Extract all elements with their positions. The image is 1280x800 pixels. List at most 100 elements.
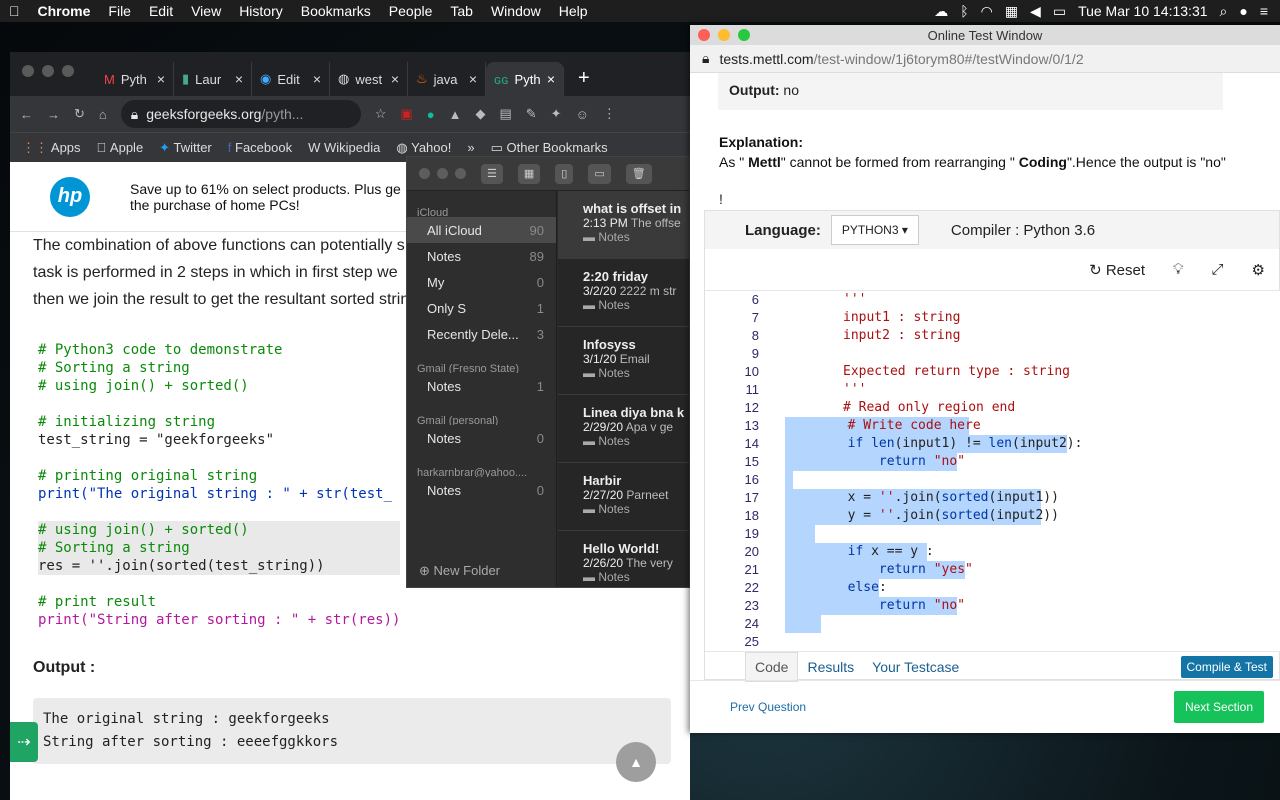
new-tab-button[interactable]: + xyxy=(564,67,590,96)
browser-tab-4[interactable]: ◍ west × xyxy=(330,62,408,96)
bookmark-apple[interactable]:  Apple xyxy=(97,140,144,155)
menu-file[interactable]: File xyxy=(99,3,140,19)
flag-icon[interactable]: ▦ xyxy=(1005,3,1018,20)
home-icon[interactable]: ⌂ xyxy=(99,107,107,122)
close-tab-icon[interactable]: × xyxy=(469,71,477,87)
notification-center-icon[interactable]: ≡ xyxy=(1260,3,1268,19)
reset-button[interactable]: ↻ Reset xyxy=(1089,261,1145,279)
folder-all-icloud[interactable]: All iCloud 90 xyxy=(407,217,556,243)
chrome-menu-icon[interactable]: ⋮ xyxy=(603,106,616,122)
bookmark-facebook[interactable]: f Facebook xyxy=(228,140,292,155)
bookmark-apps[interactable]: ⋮⋮ Apps xyxy=(22,140,81,156)
bookmark-other[interactable]: ▭ Other Bookmarks xyxy=(491,140,608,156)
menubar-clock[interactable]: Tue Mar 10 14:13:31 xyxy=(1078,3,1207,19)
reload-icon[interactable]: ↻ xyxy=(74,106,85,122)
zoom-window-button[interactable] xyxy=(62,65,74,77)
extension-icon[interactable]: ✎ xyxy=(526,106,537,122)
settings-gear-icon[interactable]: ⚙ xyxy=(1252,261,1265,279)
bookmark-yahoo[interactable]: ◍ Yahoo! xyxy=(396,140,451,156)
menu-people[interactable]: People xyxy=(380,3,442,19)
folder-notes[interactable]: Notes 0 xyxy=(407,425,556,451)
browser-tab-active[interactable]: ɢɢ Pyth × xyxy=(486,62,564,96)
note-item[interactable]: what is offset in 2:13 PM The offse ▬ Note… xyxy=(558,191,689,259)
note-item[interactable]: 2:20 friday 3/2/20 2222 m str ▬ Notes xyxy=(558,259,689,327)
address-bar[interactable]: 🔒︎ geeksforgeeks.org/pyth... xyxy=(120,100,361,128)
compile-and-test-button[interactable]: Compile & Test xyxy=(1180,655,1273,678)
sidebar-toggle-icon[interactable]: ▯ xyxy=(555,163,574,184)
browser-tab-2[interactable]: ▮ Laur × xyxy=(174,62,252,96)
trash-icon[interactable]: 🗑︎ xyxy=(625,163,652,184)
menu-help[interactable]: Help xyxy=(550,3,597,19)
forward-icon[interactable]: → xyxy=(47,107,60,122)
extension-icon[interactable]: ✦ xyxy=(551,106,562,122)
test-url-bar[interactable]: 🔒︎ tests.mettl.com/test-window/1j6torym8… xyxy=(690,45,1280,73)
close-tab-icon[interactable]: × xyxy=(157,71,165,87)
scroll-to-top-button[interactable]: ▲ xyxy=(616,742,656,782)
code-input-area[interactable]: ''' input1 : string input2 : string Expe… xyxy=(785,291,1280,651)
folder-my[interactable]: My 0 xyxy=(407,269,556,295)
cloud-upload-icon[interactable]: ☁ xyxy=(934,3,948,20)
bookmark-wikipedia[interactable]: W Wikipedia xyxy=(308,140,380,155)
note-item[interactable]: Infosyss 3/1/20 Email ▬ Notes xyxy=(558,327,689,395)
minimize-window-button[interactable] xyxy=(42,65,54,77)
back-icon[interactable]: ← xyxy=(20,107,33,122)
wifi-icon[interactable]: ◠ xyxy=(981,3,993,20)
next-section-button[interactable]: Next Section xyxy=(1173,691,1264,723)
folder-only-s[interactable]: Only S 1 xyxy=(407,295,556,321)
menu-window[interactable]: Window xyxy=(482,3,550,19)
minimize-window-button[interactable] xyxy=(437,168,448,179)
apple-menu-icon[interactable]:  xyxy=(0,3,29,19)
bookmark-star-icon[interactable]: ☆ xyxy=(375,106,387,122)
drive-extension-icon[interactable]: ▲ xyxy=(449,107,462,122)
close-window-button[interactable] xyxy=(419,168,430,179)
folder-recently-deleted[interactable]: Recently Dele... 3 xyxy=(407,321,556,347)
note-item[interactable]: Hello World! 2/26/20 The very ▬ Notes xyxy=(558,531,689,587)
siri-icon[interactable]: ● xyxy=(1239,3,1247,19)
folder-notes[interactable]: Notes 89 xyxy=(407,243,556,269)
menu-bookmarks[interactable]: Bookmarks xyxy=(292,3,380,19)
browser-tab-3[interactable]: ◉ Edit × xyxy=(252,62,330,96)
browser-tab-gmail[interactable]: M Pyth × xyxy=(96,62,174,96)
volume-icon[interactable]: ◀ xyxy=(1030,3,1041,20)
fullscreen-icon[interactable]: ⤢ xyxy=(1212,261,1224,278)
list-view-icon[interactable]: ☰ xyxy=(481,163,503,184)
zoom-window-button[interactable] xyxy=(738,29,750,41)
minimize-window-button[interactable] xyxy=(718,29,730,41)
attachments-icon[interactable]: ▭ xyxy=(588,163,611,184)
close-tab-icon[interactable]: × xyxy=(547,71,555,87)
menu-view[interactable]: View xyxy=(182,3,230,19)
menu-app-name[interactable]: Chrome xyxy=(29,3,100,19)
side-panel-toggle[interactable]: ⇢ xyxy=(10,722,38,762)
bookmark-twitter[interactable]: ✦ Twitter xyxy=(159,140,212,156)
extension-icon[interactable]: ▤ xyxy=(499,106,511,122)
adblock-extension-icon[interactable]: ▣ xyxy=(400,106,412,122)
close-tab-icon[interactable]: × xyxy=(235,71,243,87)
close-tab-icon[interactable]: × xyxy=(391,71,399,87)
gallery-view-icon[interactable]: ▦ xyxy=(517,163,541,184)
menu-edit[interactable]: Edit xyxy=(140,3,182,19)
note-item[interactable]: Linea diya bna k 2/29/20 Apa v ge ▬ Notes xyxy=(558,395,689,463)
close-window-button[interactable] xyxy=(22,65,34,77)
browser-tab-5[interactable]: ♨ java × xyxy=(408,62,486,96)
close-window-button[interactable] xyxy=(698,29,710,41)
theme-toggle-icon[interactable]: 💡︎ xyxy=(1173,261,1184,278)
note-item[interactable]: Harbir 2/27/20 Parneet ▬ Notes xyxy=(558,463,689,531)
battery-icon[interactable]: ▭ xyxy=(1053,3,1066,20)
language-select[interactable]: PYTHON3 ▾ xyxy=(830,215,919,245)
spotlight-search-icon[interactable]: ⌕ xyxy=(1220,3,1228,20)
grammarly-extension-icon[interactable]: ● xyxy=(427,107,435,122)
close-tab-icon[interactable]: × xyxy=(313,71,321,87)
tab-your-testcase[interactable]: Your Testcase xyxy=(863,653,968,681)
menu-history[interactable]: History xyxy=(230,3,292,19)
folder-notes[interactable]: Notes 1 xyxy=(407,373,556,399)
profile-avatar[interactable]: ☺ xyxy=(576,107,589,122)
new-folder-button[interactable]: ⊕ New Folder xyxy=(419,563,500,579)
tab-code[interactable]: Code xyxy=(745,651,799,682)
extension-icon[interactable]: ◆ xyxy=(475,106,485,122)
menu-tab[interactable]: Tab xyxy=(441,3,482,19)
tab-results[interactable]: Results xyxy=(798,653,863,681)
folder-notes[interactable]: Notes 0 xyxy=(407,477,556,503)
bookmarks-overflow-icon[interactable]: » xyxy=(467,140,474,155)
zoom-window-button[interactable] xyxy=(455,168,466,179)
prev-question-link[interactable]: Prev Question xyxy=(730,700,806,714)
